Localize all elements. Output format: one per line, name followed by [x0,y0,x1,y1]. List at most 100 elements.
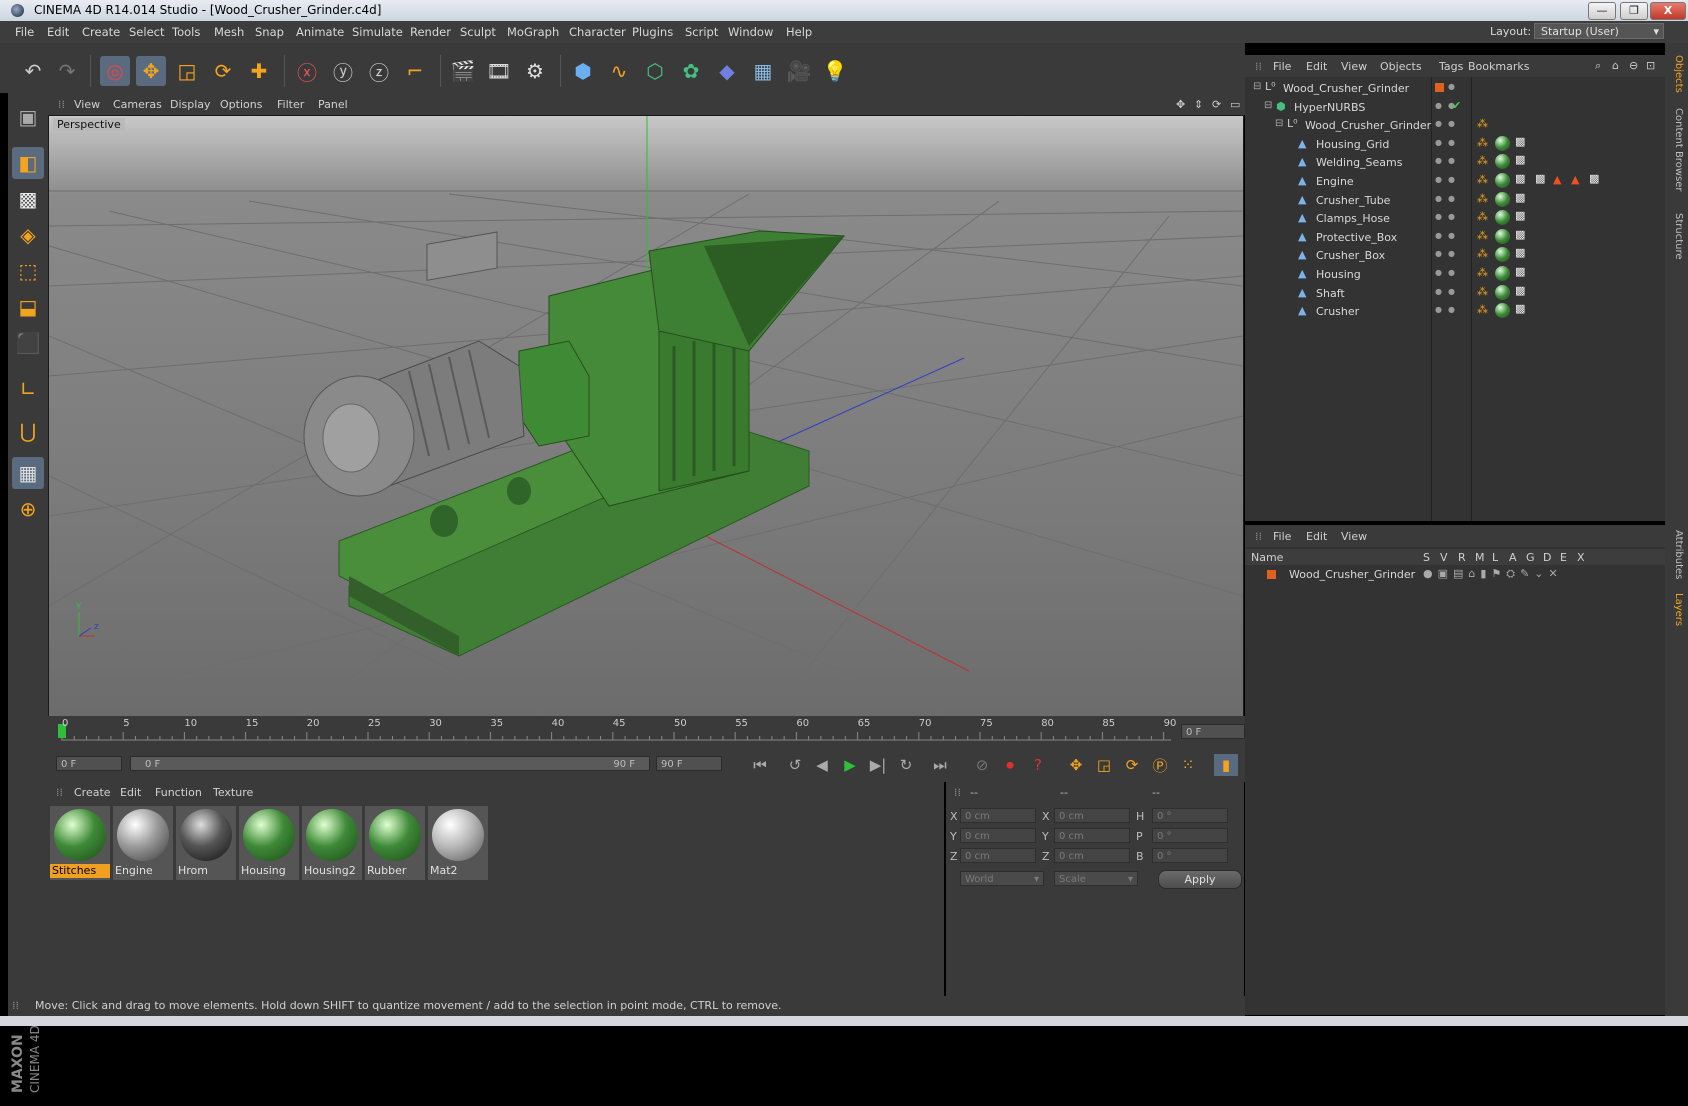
render-dots-icon[interactable]: ● [1448,212,1455,221]
layer-name[interactable]: Wood_Crusher_Grinder [1289,568,1415,581]
render-picture-viewer-icon[interactable]: 🎞 [484,56,514,86]
lm-menu-file[interactable]: File [1273,530,1291,543]
visibility-dots-icon[interactable]: ● [1435,101,1442,110]
y-axis-icon[interactable]: ⓨ [328,56,358,86]
object-name[interactable]: Crusher_Tube [1316,194,1390,207]
material-tag-icon[interactable] [1495,173,1510,188]
object-name[interactable]: Engine [1316,175,1354,188]
next-key-icon[interactable]: ↻ [894,754,918,776]
size-x-field[interactable]: 0 cm [1054,808,1130,823]
object-row[interactable]: ⊟ L⁰ Wood_Crusher_Grinder ● ● ⁂ [1245,116,1665,136]
menu-sculpt[interactable]: Sculpt [460,25,496,39]
object-row[interactable]: ⊟L⁰Wood_Crusher_Grinder●● [1245,79,1665,99]
current-frame-field[interactable]: 0 F [1181,724,1245,739]
object-name[interactable]: Clamps_Hose [1316,212,1390,225]
mograph-cloner-icon[interactable]: ✿ [676,56,706,86]
uvw-tag-icon[interactable]: ▩ [1515,153,1525,166]
render-dots-icon[interactable]: ● [1448,175,1455,184]
edges-mode-icon[interactable]: ⬓ [12,291,44,323]
render-dots-icon[interactable]: ● [1448,249,1455,258]
column-d[interactable]: D [1543,551,1551,564]
object-name[interactable]: Wood_Crusher_Grinder [1305,119,1431,132]
go-to-end-icon[interactable]: ⏭ [928,754,952,776]
live-selection-icon[interactable]: ◎ [100,56,130,86]
home-icon[interactable]: ⌂ [1612,59,1619,72]
autokey-icon[interactable]: ⏺ [998,754,1022,776]
render-dots-icon[interactable]: ● [1448,82,1455,91]
visibility-dots-icon[interactable]: ● [1435,156,1442,165]
z-axis-icon[interactable]: ⓩ [364,56,394,86]
menu-plugins[interactable]: Plugins [632,25,673,39]
material-tag-icon[interactable] [1495,191,1510,207]
selection-tag-icon[interactable]: ▲ [1553,173,1561,186]
object-name[interactable]: Housing_Grid [1316,138,1389,151]
phong-tag-icon[interactable]: ⁂ [1477,247,1488,260]
tab-objects[interactable]: Objects [1668,55,1684,93]
menu-help[interactable]: Help [786,25,812,39]
position-x-field[interactable]: 0 cm [960,808,1036,823]
light-icon[interactable]: 💡 [820,56,850,86]
rotation-p-field[interactable]: 0 ° [1152,828,1228,843]
key-position-icon[interactable]: ✥ [1064,754,1088,776]
column-s[interactable]: S [1423,551,1430,564]
visibility-dots-icon[interactable]: ● [1435,212,1442,221]
position-z-field[interactable]: 0 cm [960,848,1036,863]
material-swatch[interactable]: Housing2 [302,806,362,880]
key-scale-icon[interactable]: ◲ [1092,754,1116,776]
layer-color-swatch[interactable] [1435,83,1444,92]
layer-color-swatch[interactable] [1267,570,1276,579]
phong-tag-icon[interactable]: ⁂ [1477,117,1488,130]
uvw-tag-icon[interactable]: ▩ [1515,172,1525,185]
column-g[interactable]: G [1526,551,1535,564]
size-z-field[interactable]: 0 cm [1054,848,1130,863]
expand-icon[interactable]: ⊟ [1264,100,1272,111]
render-dots-icon[interactable]: ● [1448,194,1455,203]
menu-window[interactable]: Window [728,25,773,39]
material-tag-icon[interactable] [1495,210,1510,226]
material-swatch[interactable]: Housing [239,806,299,880]
menu-simulate[interactable]: Simulate [352,25,403,39]
scale-tool-icon[interactable]: ◲ [172,56,202,86]
uvw-tag-icon[interactable]: ▩ [1515,209,1525,222]
menu-create[interactable]: Create [82,25,120,39]
visibility-dots-icon[interactable]: ● [1435,194,1442,203]
deformer-icon[interactable]: ◆ [712,56,742,86]
camera-icon[interactable]: 🎥 [784,56,814,86]
new-window-icon[interactable]: ⊡ [1646,59,1655,72]
position-y-field[interactable]: 0 cm [960,828,1036,843]
render-view-icon[interactable]: 🎬 [448,56,478,86]
viewport-menu-display[interactable]: Display [170,98,211,111]
viewport-menu-options[interactable]: Options [220,98,262,111]
x-axis-icon[interactable]: ⓧ [292,56,322,86]
om-menu-view[interactable]: View [1341,60,1367,73]
timeline-ruler[interactable]: 0 5 10 15 20 25 30 35 40 45 50 55 60 65 70 75 80 85 90 0 F [48,716,1245,746]
material-swatch[interactable]: Stitches [50,806,110,880]
render-dots-icon[interactable]: ● [1448,287,1455,296]
object-row[interactable]: ▲ Engine ● ● ⁂ ▩ ▩ ▲ ▲ ▩ [1245,172,1665,192]
object-name[interactable]: Welding_Seams [1316,156,1403,169]
layer-row[interactable]: Wood_Crusher_Grinder ●▣▤⌂▮⚑⛭✎⌄✕ [1245,566,1665,584]
phong-tag-icon[interactable]: ⁂ [1477,173,1488,186]
viewport-menu-filter[interactable]: Filter [277,98,304,111]
menu-animate[interactable]: Animate [296,25,344,39]
phong-tag-icon[interactable]: ⁂ [1477,285,1488,298]
phong-tag-icon[interactable]: ⁂ [1477,229,1488,242]
column-x[interactable]: X [1577,551,1585,564]
visibility-dots-icon[interactable]: ● [1435,231,1442,240]
lm-menu-edit[interactable]: Edit [1306,530,1327,543]
menu-render[interactable]: Render [410,25,451,39]
make-editable-icon[interactable]: ▣ [12,101,44,133]
minimize-button[interactable]: — [1588,2,1616,20]
timeline-window-icon[interactable]: ▮ [1214,754,1238,776]
material-tag-icon[interactable] [1495,154,1510,170]
render-dots-icon[interactable]: ● [1448,305,1455,314]
uvw-tag-icon[interactable]: ▩ [1535,172,1545,185]
go-to-start-icon[interactable]: ⏮ [748,754,772,776]
visibility-dots-icon[interactable]: ● [1435,287,1442,296]
keyframe-selection-icon[interactable]: ? [1026,754,1050,776]
play-icon[interactable]: ▶ [838,754,862,776]
uvw-tag-icon[interactable]: ▩ [1515,228,1525,241]
material-menu-function[interactable]: Function [155,786,202,799]
object-row[interactable]: ▲ Protective_Box ● ● ⁂ ▩ [1245,228,1665,248]
check-icon[interactable]: ✔ [1452,99,1461,112]
